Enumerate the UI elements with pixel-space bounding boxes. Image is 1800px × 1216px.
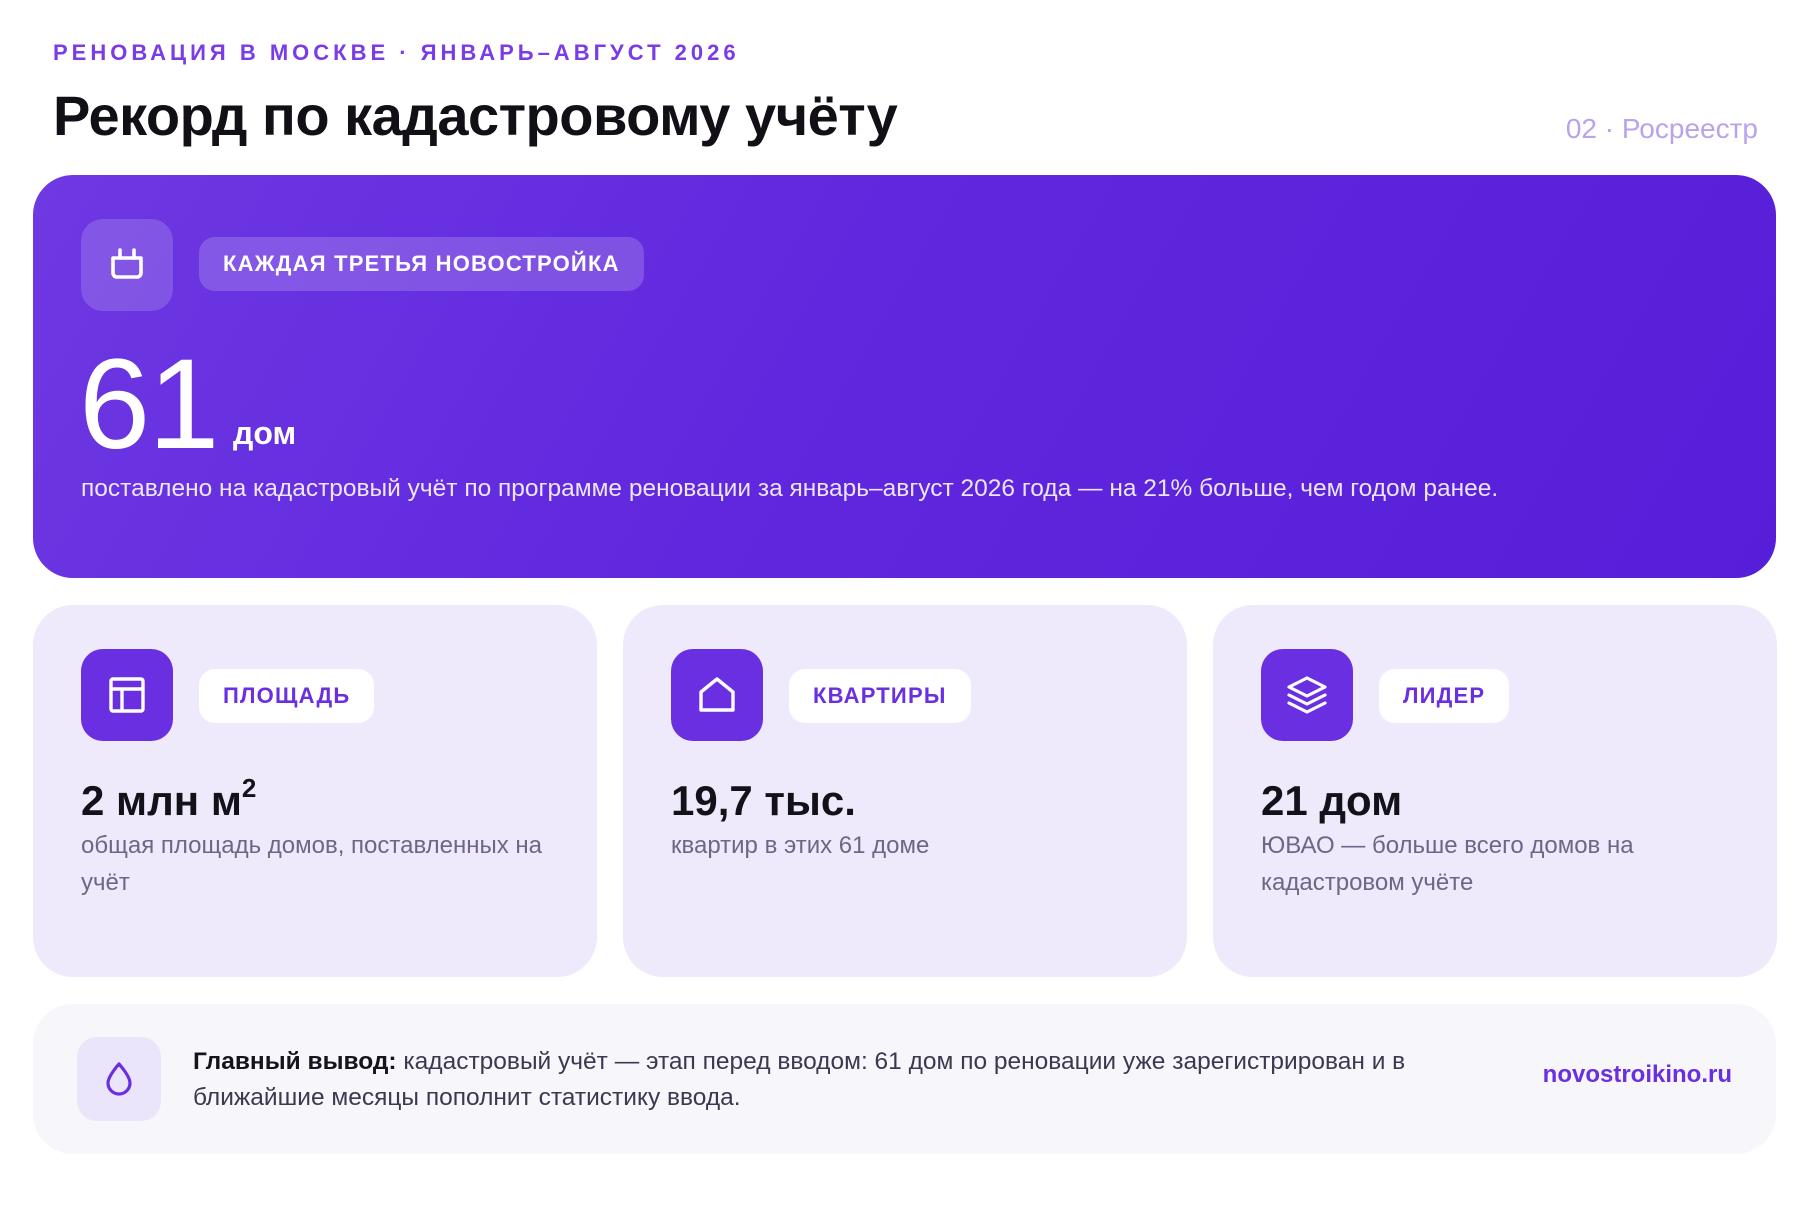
layout-icon [81, 649, 173, 741]
stat-description: ЮВАО — больше всего домов на кадастровом… [1261, 832, 1634, 896]
stat-value: 2 млн м2 [81, 773, 257, 824]
hero-caption: поставлено на кадастровый учёт по програ… [81, 475, 1499, 502]
plug-icon [81, 219, 173, 311]
stat-card-area: ПЛОЩАДЬ 2 млн м2 общая площадь домов, по… [33, 605, 597, 977]
conclusion-card: Главный вывод: кадастровый учёт — этап п… [33, 1004, 1776, 1154]
layers-icon [1261, 649, 1353, 741]
drop-icon [77, 1037, 161, 1121]
page-meta: 02 · Росреестр [1565, 113, 1758, 144]
hero-card: КАЖДАЯ ТРЕТЬЯ НОВОСТРОЙКА 61 дом поставл… [33, 175, 1776, 578]
conclusion-lead: Главный вывод: [193, 1048, 397, 1075]
house-icon [671, 649, 763, 741]
eyebrow: РЕНОВАЦИЯ В МОСКВЕ · ЯНВАРЬ–АВГУСТ 2026 [53, 40, 740, 65]
stat-badge: КВАРТИРЫ [789, 669, 971, 723]
hero-number: 61 [79, 333, 219, 476]
site-link[interactable]: novostroikino.ru [1543, 1061, 1732, 1089]
hero-badge: КАЖДАЯ ТРЕТЬЯ НОВОСТРОЙКА [199, 237, 644, 291]
stat-card-apartments: КВАРТИРЫ 19,7 тыс. квартир в этих 61 дом… [623, 605, 1187, 977]
stat-card-leader: ЛИДЕР 21 дом ЮВАО — больше всего домов н… [1213, 605, 1777, 977]
stat-badge: ПЛОЩАДЬ [199, 669, 375, 723]
stat-description: общая площадь домов, поставленных на учё… [81, 832, 543, 896]
stat-value: 19,7 тыс. [671, 777, 856, 824]
page-title: Рекорд по кадастровому учёту [53, 84, 898, 147]
stat-badge: ЛИДЕР [1379, 669, 1510, 723]
unit-superscript: 2 [241, 773, 257, 803]
stat-value: 21 дом [1261, 777, 1403, 824]
stat-description: квартир в этих 61 доме [671, 832, 930, 859]
infographic-page: РЕНОВАЦИЯ В МОСКВЕ · ЯНВАРЬ–АВГУСТ 2026 … [0, 0, 1800, 1216]
hero-unit: дом [233, 415, 297, 451]
conclusion-text: Главный вывод: кадастровый учёт — этап п… [193, 1044, 1523, 1116]
